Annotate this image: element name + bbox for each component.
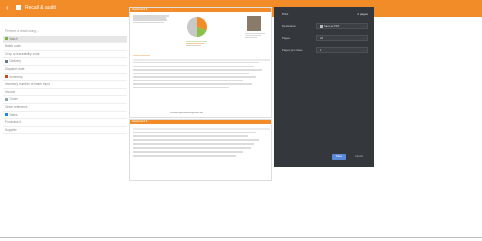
pages-select[interactable]: All ⌄ xyxy=(316,35,368,41)
list-item-label: Delivery xyxy=(9,59,22,64)
app-window: ‹ Recall & audit Perform a recall using.… xyxy=(0,0,482,241)
list-item-icon xyxy=(5,60,8,64)
print-dialog-title: Print xyxy=(282,12,289,16)
chevron-down-icon: ⌄ xyxy=(362,37,365,40)
list-item-label: Batch code xyxy=(5,44,21,49)
cancel-button[interactable]: Cancel xyxy=(351,154,367,160)
preview-product-image xyxy=(247,16,261,31)
list-item-icon xyxy=(5,37,8,41)
list-item-label: Perform a recall using... xyxy=(5,29,39,33)
pages-per-sheet-select[interactable]: 1 ⌄ xyxy=(316,47,368,53)
preview-chart-legend xyxy=(186,41,216,46)
page-count: 2 pages xyxy=(357,12,368,16)
pdf-icon xyxy=(320,25,323,28)
pages-per-sheet-value: 1 xyxy=(320,49,322,52)
preview-page-header: Recall batch # xyxy=(130,8,271,12)
preview-page-header: Recall batch # xyxy=(130,120,271,124)
list-item[interactable]: Delivery xyxy=(3,58,127,66)
bottom-divider xyxy=(0,237,482,238)
list-item[interactable]: Dispatch date xyxy=(3,66,127,74)
list-item[interactable]: Order reference xyxy=(3,104,127,112)
list-item-label: Purchase # xyxy=(5,120,22,125)
chevron-down-icon: ⌄ xyxy=(362,25,365,28)
list-item[interactable]: Batch xyxy=(3,35,127,44)
list-item-label: Supplier xyxy=(5,127,17,132)
destination-label: Destination xyxy=(282,24,296,28)
print-preview-page-1: Recall batch # Inventory movements Docum… xyxy=(129,7,272,118)
pages-per-sheet-label: Pages per sheet xyxy=(282,48,303,52)
list-item[interactable]: Inventory number of batch input xyxy=(3,81,127,89)
list-item-label: Dispatch date xyxy=(5,66,25,71)
list-item[interactable]: Purchase # xyxy=(3,119,127,127)
pages-value: All xyxy=(320,37,323,40)
list-item-icon xyxy=(5,98,8,101)
list-item[interactable]: Supplier xyxy=(3,127,127,135)
list-item[interactable]: Crop or traceability code xyxy=(3,51,127,59)
destination-row: Destination Save as PDF ⌄ xyxy=(282,23,368,30)
list-item-label: Invoice xyxy=(5,89,16,94)
back-icon[interactable]: ‹ xyxy=(6,3,9,13)
list-item-label: Inventory number of batch input xyxy=(5,82,50,87)
recall-method-list: Perform a recall using... Batch Batch code… xyxy=(3,28,127,135)
list-item[interactable]: Sales xyxy=(3,112,127,120)
chevron-down-icon: ⌄ xyxy=(362,49,365,52)
list-item[interactable]: Invoice xyxy=(3,89,127,97)
list-item-label: Inventory xyxy=(9,74,23,79)
preview-detail-table xyxy=(133,59,270,91)
preview-batch-table xyxy=(133,128,270,157)
list-item-label: Order xyxy=(9,97,18,102)
list-item-label: Order reference xyxy=(5,104,28,109)
pages-per-sheet-row: Pages per sheet 1 ⌄ xyxy=(282,47,368,54)
list-item-label: Crop or traceability code xyxy=(5,51,40,56)
print-preview-page-2: Recall batch # xyxy=(129,119,272,181)
pages-row: Pages All ⌄ xyxy=(282,35,368,42)
list-header: Perform a recall using... xyxy=(3,28,127,36)
print-dialog: Print 2 pages Destination Save as PDF ⌄ … xyxy=(274,7,374,167)
preview-page-title: Recall batch # xyxy=(132,120,148,123)
destination-value: Save as PDF xyxy=(324,25,340,28)
pages-label: Pages xyxy=(282,36,290,40)
save-button[interactable]: Save xyxy=(332,154,346,160)
preview-page-title: Recall batch # xyxy=(132,8,148,11)
list-item-icon xyxy=(5,113,8,117)
destination-select[interactable]: Save as PDF ⌄ xyxy=(316,23,368,29)
list-item[interactable]: Order xyxy=(3,96,127,104)
preview-summary-table xyxy=(133,15,173,25)
list-item-icon xyxy=(5,75,8,79)
preview-address-block xyxy=(245,33,265,38)
list-item[interactable]: Batch code xyxy=(3,43,127,51)
list-item-label: Batch xyxy=(9,36,18,41)
list-item[interactable]: Inventory xyxy=(3,74,127,82)
list-item-label: Sales xyxy=(9,112,18,117)
preview-pie-chart xyxy=(187,17,207,37)
page-title: Recall & audit xyxy=(25,5,56,11)
app-logo-icon xyxy=(16,5,21,10)
preview-section-title: Inventory movements xyxy=(133,55,151,57)
preview-footer: Document generated with agriculture tool xyxy=(170,112,203,114)
